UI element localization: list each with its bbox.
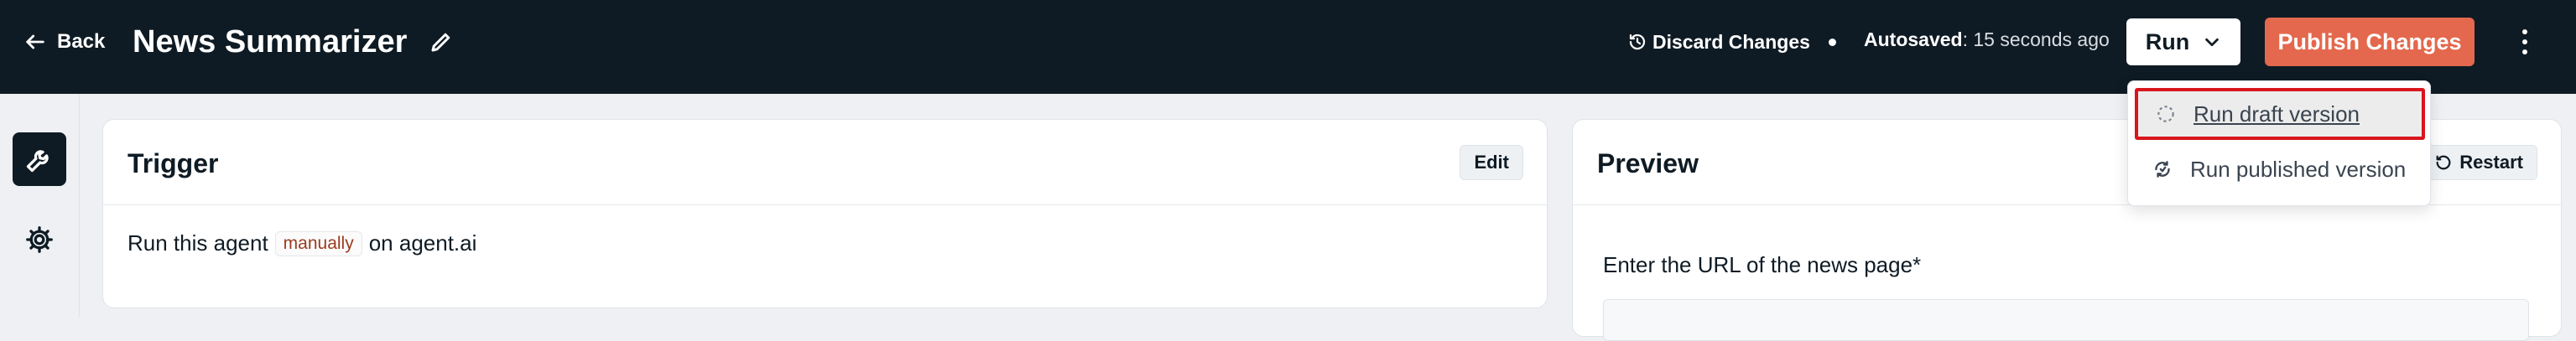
sidebar-item-settings[interactable] [13, 213, 66, 266]
url-field-label: Enter the URL of the news page* [1603, 252, 1922, 277]
trigger-card-header: Trigger Edit [103, 120, 1547, 205]
trigger-description: Run this agent manually on agent.ai [127, 230, 476, 256]
restart-icon [2436, 155, 2451, 170]
run-label: Run [2145, 28, 2190, 54]
trigger-type-tag: manually [274, 230, 362, 256]
back-button[interactable]: Back [23, 25, 105, 59]
wrench-icon [26, 150, 49, 173]
run-button[interactable]: Run [2126, 18, 2240, 65]
chevron-down-icon [2205, 38, 2220, 47]
publish-changes-button[interactable]: Publish Changes [2265, 18, 2475, 66]
gear-icon [26, 226, 53, 253]
page-title-group: News Summarizer [133, 22, 454, 62]
autosaved-value: : 15 seconds ago [1962, 28, 2110, 50]
trigger-card: Trigger Edit Run this agent manually on … [102, 119, 1548, 308]
more-options-icon[interactable] [2512, 23, 2537, 60]
url-input[interactable] [1603, 299, 2529, 341]
sidebar-item-tools[interactable] [13, 132, 66, 186]
left-sidebar [0, 94, 80, 318]
edit-trigger-button[interactable]: Edit [1460, 145, 1523, 180]
autosaved-status: Autosaved: 15 seconds ago [1864, 28, 2110, 51]
separator-dot [1829, 39, 1836, 46]
trigger-text-after: on agent.ai [368, 230, 477, 256]
trigger-text-before: Run this agent [127, 230, 268, 256]
preview-title: Preview [1597, 148, 1699, 178]
pencil-icon[interactable] [429, 29, 454, 54]
run-menu: Run draft version Run published version [2127, 80, 2431, 206]
restart-button[interactable]: Restart [2420, 145, 2537, 180]
trigger-title: Trigger [127, 148, 219, 178]
run-published-version-item[interactable]: Run published version [2135, 143, 2425, 195]
run-published-label: Run published version [2190, 156, 2407, 182]
dashed-circle-icon [2157, 106, 2174, 122]
autosaved-label: Autosaved [1864, 28, 1963, 50]
page-title: News Summarizer [133, 23, 408, 59]
run-draft-label: Run draft version [2194, 101, 2360, 127]
refresh-globe-icon [2155, 161, 2170, 178]
discard-label: Discard Changes [1652, 30, 1810, 53]
publish-label: Publish Changes [2277, 28, 2462, 54]
discard-changes-button[interactable]: Discard Changes [1627, 27, 1810, 57]
arrow-left-icon [26, 34, 44, 49]
run-draft-version-item[interactable]: Run draft version [2135, 88, 2425, 140]
back-label: Back [57, 30, 106, 53]
restart-label: Restart [2459, 152, 2523, 173]
history-icon [1629, 34, 1646, 50]
